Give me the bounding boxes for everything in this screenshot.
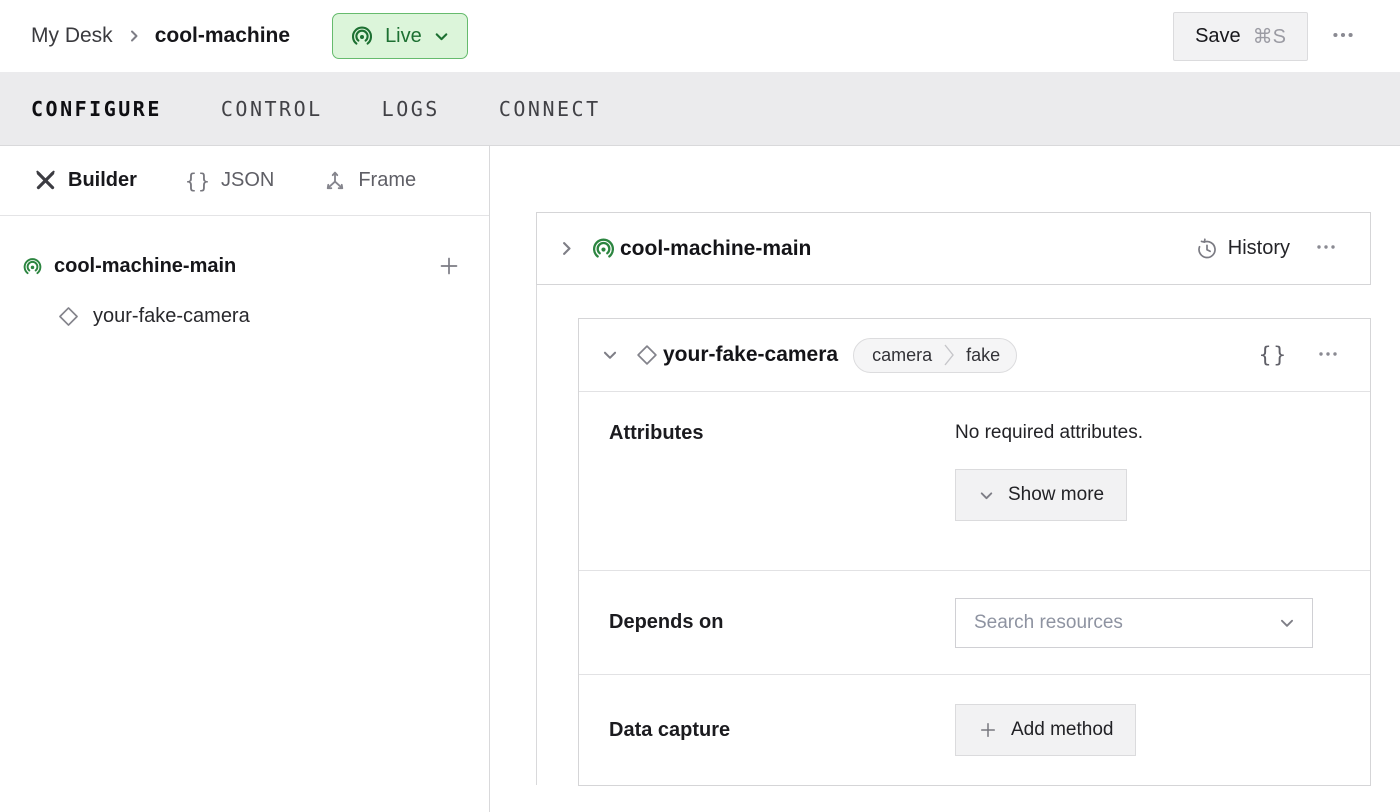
data-capture-section: Data capture Add method [579, 674, 1370, 785]
config-sidebar: Builder {} JSON Frame [0, 146, 490, 812]
top-bar: My Desk cool-machine Live Save ⌘S [0, 0, 1400, 72]
component-diamond-icon [56, 304, 81, 329]
tree-item-machine-part[interactable]: cool-machine-main [22, 248, 463, 284]
data-capture-label: Data capture [609, 719, 955, 742]
history-button-label: History [1228, 237, 1290, 260]
machine-part-icon [591, 236, 616, 261]
machine-status-dropdown[interactable]: Live [332, 13, 468, 59]
breadcrumb-current: cool-machine [155, 24, 290, 48]
add-method-label: Add method [1011, 719, 1113, 741]
attributes-empty-text: No required attributes. [955, 422, 1143, 444]
component-card-menu-button[interactable] [1312, 338, 1344, 373]
mode-tab-frame[interactable]: Frame [322, 168, 416, 194]
ellipsis-icon [1316, 342, 1340, 366]
component-model: fake [966, 345, 1000, 366]
page-content: Builder {} JSON Frame [0, 146, 1400, 812]
save-button-label: Save [1195, 25, 1241, 48]
badge-divider-chevron-icon [943, 342, 955, 368]
plus-icon [437, 254, 461, 278]
component-card-title: your-fake-camera [663, 343, 838, 367]
add-component-button[interactable] [435, 252, 463, 280]
save-button[interactable]: Save ⌘S [1173, 12, 1308, 61]
history-clock-icon [1195, 237, 1219, 261]
main-nav-tabbar: CONFIGURE CONTROL LOGS CONNECT [0, 72, 1400, 146]
chevron-down-icon [1278, 614, 1296, 632]
expand-chevron-right-icon[interactable] [557, 239, 576, 258]
ellipsis-icon [1314, 235, 1338, 259]
component-type: camera [872, 345, 932, 366]
component-card-header: your-fake-camera camera fake {} [579, 319, 1370, 392]
chevron-right-icon [126, 28, 142, 44]
tree-item-component-label: your-fake-camera [93, 305, 250, 328]
live-status-icon [350, 24, 374, 48]
tab-connect[interactable]: CONNECT [499, 97, 601, 121]
tree-item-component[interactable]: your-fake-camera [22, 298, 463, 334]
attributes-section: Attributes No required attributes. Show … [579, 392, 1370, 570]
plus-icon [978, 720, 998, 740]
mode-tab-builder-label: Builder [68, 169, 137, 192]
depends-on-section: Depends on Search resources [579, 570, 1370, 674]
tab-configure[interactable]: CONFIGURE [31, 97, 162, 121]
live-status-label: Live [385, 25, 422, 48]
resource-tree: cool-machine-main your-fake-camera [0, 216, 489, 334]
component-diamond-icon [634, 342, 660, 368]
breadcrumb: My Desk cool-machine [31, 24, 290, 48]
tab-logs[interactable]: LOGS [382, 97, 440, 121]
braces-icon: {} [185, 169, 211, 193]
mode-tab-json-label: JSON [221, 169, 274, 192]
component-type-badge: camera fake [853, 338, 1017, 373]
machine-part-icon [22, 256, 43, 277]
mode-tab-builder[interactable]: Builder [33, 168, 137, 193]
show-more-button[interactable]: Show more [955, 469, 1127, 521]
attributes-label: Attributes [609, 422, 955, 570]
tools-icon [33, 168, 58, 193]
machine-part-card: cool-machine-main History [536, 212, 1371, 285]
breadcrumb-parent-link[interactable]: My Desk [31, 24, 113, 48]
depends-on-placeholder: Search resources [974, 612, 1278, 634]
component-card: your-fake-camera camera fake {} Attribut… [578, 318, 1371, 786]
machine-part-card-title: cool-machine-main [620, 237, 1195, 261]
depends-on-label: Depends on [609, 611, 955, 634]
show-more-label: Show more [1008, 484, 1104, 506]
part-card-menu-button[interactable] [1310, 231, 1342, 266]
tree-connector-line [536, 285, 537, 785]
attributes-content: No required attributes. Show more [955, 422, 1143, 570]
chevron-down-icon [978, 487, 995, 504]
mode-tab-json[interactable]: {} JSON [185, 169, 274, 193]
chevron-down-icon [433, 28, 450, 45]
axes-icon [322, 168, 348, 194]
tree-item-machine-part-label: cool-machine-main [54, 255, 424, 278]
ellipsis-icon [1330, 22, 1356, 48]
topbar-overflow-menu-button[interactable] [1326, 18, 1360, 55]
depends-on-search-select[interactable]: Search resources [955, 598, 1313, 648]
add-method-button[interactable]: Add method [955, 704, 1136, 756]
config-main-panel: cool-machine-main History your-fake-came… [490, 146, 1400, 812]
edit-json-button[interactable]: {} [1259, 343, 1288, 367]
save-shortcut-hint: ⌘S [1253, 24, 1286, 49]
mode-tab-frame-label: Frame [358, 169, 416, 192]
collapse-chevron-down-icon[interactable] [601, 346, 619, 364]
history-button[interactable]: History [1195, 237, 1290, 261]
sidebar-mode-tabs: Builder {} JSON Frame [0, 146, 489, 216]
tab-control[interactable]: CONTROL [221, 97, 323, 121]
